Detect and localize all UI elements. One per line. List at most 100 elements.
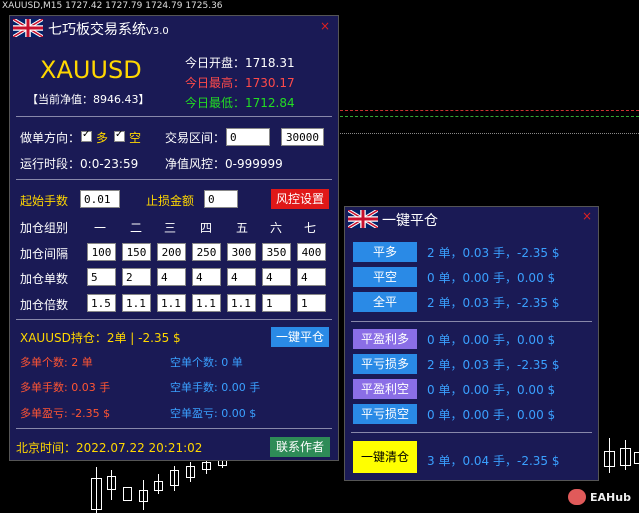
price-line-green bbox=[340, 116, 639, 117]
close-all-button[interactable]: 一键平仓 bbox=[271, 327, 329, 347]
multiple-input-3[interactable]: 1.1 bbox=[157, 294, 186, 312]
low-value: 1712.84 bbox=[245, 96, 295, 110]
long-profit: 多单盈亏: -2.35 $ bbox=[20, 407, 111, 420]
start-lots-label: 起始手数 bbox=[20, 194, 69, 208]
stop-amount-input[interactable]: 0 bbox=[204, 190, 238, 208]
interval-input-6[interactable]: 350 bbox=[262, 243, 291, 261]
grid-group-7: 七 bbox=[304, 221, 317, 235]
count-input-3[interactable]: 4 bbox=[157, 268, 186, 286]
candle bbox=[620, 448, 631, 466]
multiple-input-4[interactable]: 1.1 bbox=[192, 294, 221, 312]
uk-flag-icon bbox=[13, 19, 43, 37]
short-checkbox[interactable] bbox=[114, 129, 125, 142]
candle bbox=[170, 470, 179, 486]
chart-symbol-header: XAUUSD,M15 1727.42 1727.79 1724.79 1725.… bbox=[2, 1, 223, 11]
candle bbox=[154, 481, 163, 491]
close-all-positions-button[interactable]: 全平 bbox=[353, 292, 417, 312]
count-input-7[interactable]: 4 bbox=[297, 268, 326, 286]
multiple-input-6[interactable]: 1 bbox=[262, 294, 291, 312]
equity-label: 【当前净值：8946.43】 bbox=[27, 93, 150, 106]
risk-settings-button[interactable]: 风控设置 bbox=[271, 189, 329, 209]
interval-label: 加仓间隔 bbox=[20, 247, 69, 261]
side-titlebar[interactable]: 一键平仓 × bbox=[345, 207, 598, 231]
short-count: 空单个数: 0 单 bbox=[170, 356, 243, 369]
divider bbox=[351, 432, 592, 433]
multiple-label: 加仓倍数 bbox=[20, 298, 69, 312]
candle bbox=[186, 466, 195, 478]
eahub-watermark: EAHub bbox=[590, 491, 631, 504]
divider bbox=[16, 116, 332, 117]
interval-input-3[interactable]: 200 bbox=[157, 243, 186, 261]
candle bbox=[202, 462, 211, 470]
short-lots: 空单手数: 0.00 手 bbox=[170, 381, 261, 394]
divider bbox=[16, 179, 332, 180]
grid-group-2: 二 bbox=[130, 221, 143, 235]
close-profit-long-info: 0 单，0.00 手，0.00 $ bbox=[427, 333, 556, 347]
count-input-1[interactable]: 5 bbox=[87, 268, 116, 286]
close-position-panel: 一键平仓 × 平多 2 单，0.03 手，-2.35 $ 平空 0 单，0.00… bbox=[344, 206, 599, 481]
risk-label: 净值风控：0-999999 bbox=[165, 157, 283, 171]
count-input-4[interactable]: 4 bbox=[192, 268, 221, 286]
multiple-input-5[interactable]: 1.1 bbox=[227, 294, 256, 312]
interval-input-1[interactable]: 100 bbox=[87, 243, 116, 261]
start-lots-input[interactable]: 0.01 bbox=[80, 190, 120, 208]
grid-group-6: 六 bbox=[270, 221, 283, 235]
interval-input-4[interactable]: 250 bbox=[192, 243, 221, 261]
panel-title-text: 七巧板交易系统 bbox=[48, 22, 146, 38]
close-profit-short-button[interactable]: 平盈利空 bbox=[353, 379, 417, 399]
multiple-input-7[interactable]: 1 bbox=[297, 294, 326, 312]
close-loss-long-button[interactable]: 平亏损多 bbox=[353, 354, 417, 374]
clear-all-info: 3 单，0.04 手，-2.35 $ bbox=[427, 454, 560, 468]
close-short-button[interactable]: 平空 bbox=[353, 267, 417, 287]
open-value: 1718.31 bbox=[245, 56, 295, 70]
interval-input-7[interactable]: 400 bbox=[297, 243, 326, 261]
candle bbox=[604, 451, 615, 467]
long-checkbox[interactable] bbox=[81, 129, 92, 142]
symbol-title: XAUUSD bbox=[40, 56, 142, 84]
risk-value: 0-999999 bbox=[225, 157, 283, 171]
close-loss-long-info: 2 单，0.03 手，-2.35 $ bbox=[427, 358, 560, 372]
grid-group-label: 加仓组别 bbox=[20, 221, 69, 235]
long-count: 多单个数: 2 单 bbox=[20, 356, 93, 369]
beijing-time: 北京时间：2022.07.22 20:21:02 bbox=[16, 441, 203, 455]
multiple-input-1[interactable]: 1.5 bbox=[87, 294, 116, 312]
contact-author-button[interactable]: 联系作者 bbox=[270, 437, 330, 457]
candle bbox=[107, 476, 116, 490]
count-input-5[interactable]: 4 bbox=[227, 268, 256, 286]
interval-input-5[interactable]: 300 bbox=[227, 243, 256, 261]
interval-input-2[interactable]: 150 bbox=[122, 243, 151, 261]
grid-group-3: 三 bbox=[164, 221, 177, 235]
grid-group-1: 一 bbox=[94, 221, 107, 235]
close-icon[interactable]: × bbox=[320, 19, 330, 33]
panel-title: 七巧板交易系统V3.0 bbox=[48, 19, 169, 39]
close-long-button[interactable]: 平多 bbox=[353, 242, 417, 262]
close-profit-long-button[interactable]: 平盈利多 bbox=[353, 329, 417, 349]
high-value: 1730.17 bbox=[245, 76, 295, 90]
high-label: 今日最高：1730.17 bbox=[185, 76, 295, 90]
count-label: 加仓单数 bbox=[20, 272, 69, 286]
close-loss-short-info: 0 单，0.00 手，0.00 $ bbox=[427, 408, 556, 422]
candle bbox=[634, 452, 639, 464]
short-profit: 空单盈亏: 0.00 $ bbox=[170, 407, 257, 420]
session-label: 运行时段：0:0-23:59 bbox=[20, 157, 139, 171]
direction-label: 做单方向： bbox=[20, 131, 81, 145]
stop-amount-label: 止损金额 bbox=[146, 194, 195, 208]
count-input-6[interactable]: 4 bbox=[262, 268, 291, 286]
grid-group-4: 四 bbox=[200, 221, 213, 235]
close-loss-short-button[interactable]: 平亏损空 bbox=[353, 404, 417, 424]
close-short-info: 0 单，0.00 手，0.00 $ bbox=[427, 271, 556, 285]
multiple-input-2[interactable]: 1.1 bbox=[122, 294, 151, 312]
panel-titlebar[interactable]: 七巧板交易系统V3.0 × bbox=[10, 16, 338, 40]
eahub-logo-icon bbox=[568, 489, 586, 505]
panel-version: V3.0 bbox=[146, 26, 169, 37]
divider bbox=[16, 428, 332, 429]
close-all-info: 2 单，0.03 手，-2.35 $ bbox=[427, 296, 560, 310]
range-from-input[interactable]: 0 bbox=[226, 128, 270, 146]
close-profit-short-info: 0 单，0.00 手，0.00 $ bbox=[427, 383, 556, 397]
session-value: 0:0-23:59 bbox=[80, 157, 139, 171]
clear-all-button[interactable]: 一键清仓 bbox=[353, 441, 417, 473]
count-input-2[interactable]: 2 bbox=[122, 268, 151, 286]
candle bbox=[91, 478, 102, 510]
range-to-input[interactable]: 30000 bbox=[281, 128, 324, 146]
close-icon[interactable]: × bbox=[582, 209, 592, 223]
